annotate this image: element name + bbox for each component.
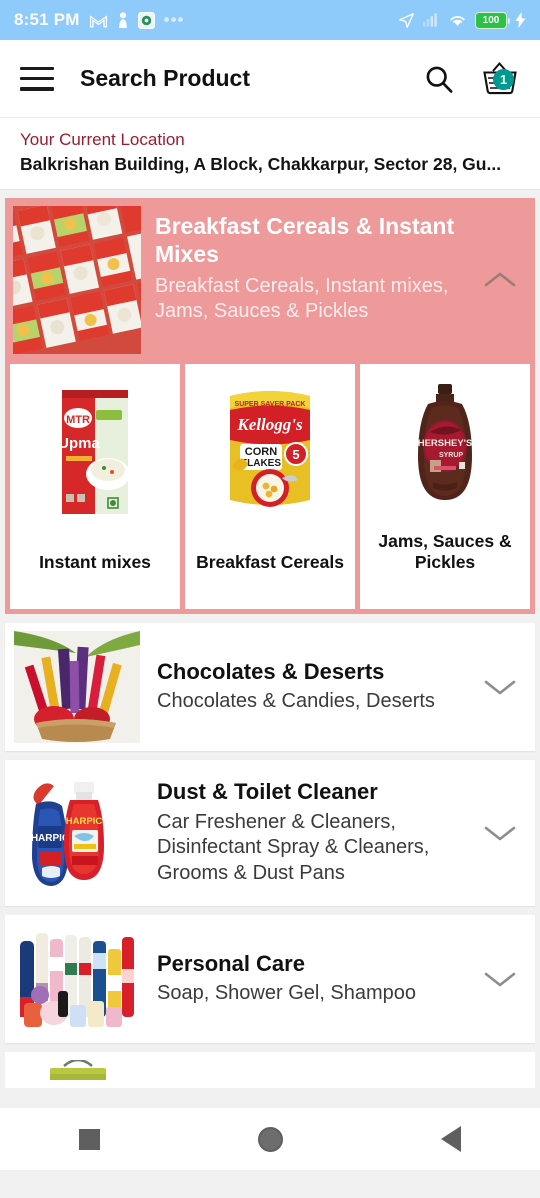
status-bar-right: 100 bbox=[398, 11, 526, 29]
category-card-expanded[interactable]: Breakfast Cereals & Instant Mixes Breakf… bbox=[5, 198, 535, 614]
status-bar-clock: 8:51 PM bbox=[14, 10, 80, 29]
category-text: Personal Care Soap, Shower Gel, Shampoo bbox=[141, 923, 473, 1035]
category-card-partial[interactable] bbox=[5, 1052, 535, 1088]
subcategory-tile[interactable]: HERSHEY'S SYRUP Jams, Sauces & Pickles bbox=[360, 364, 530, 609]
category-title: Dust & Toilet Cleaner bbox=[157, 779, 378, 805]
chevron-down-icon[interactable] bbox=[473, 768, 527, 898]
current-location-section[interactable]: Your Current Location Balkrishan Buildin… bbox=[0, 118, 540, 190]
location-label: Your Current Location bbox=[20, 130, 185, 149]
category-subtitle: Car Freshener & Cleaners, Disinfectant S… bbox=[157, 810, 430, 884]
category-card[interactable]: HARPIC HARPIC Dust & Toilet Cleaner Car … bbox=[5, 760, 535, 906]
category-subtitle: Chocolates & Candies, Deserts bbox=[157, 690, 435, 713]
subcategory-label: Jams, Sauces & Pickles bbox=[378, 531, 512, 572]
subcategory-tile[interactable]: MTR Upma Instant mixes bbox=[10, 364, 180, 609]
category-subtitle: Soap, Shower Gel, Shampoo bbox=[157, 982, 417, 1005]
location-arrow-icon bbox=[398, 12, 415, 29]
svg-text:5: 5 bbox=[292, 447, 299, 462]
category-title: Chocolates & Deserts bbox=[157, 659, 385, 684]
subcategory-tile[interactable]: SUPER SAVER PACK Kellogg's CORN FLAKES 5 bbox=[185, 364, 355, 609]
category-text: Breakfast Cereals & Instant Mixes Breakf… bbox=[141, 206, 473, 324]
battery-icon: 100 bbox=[475, 11, 510, 29]
subcategory-label: Breakfast Cereals bbox=[196, 552, 344, 572]
overflow-dots-icon: ••• bbox=[163, 10, 185, 29]
svg-text:MTR: MTR bbox=[66, 414, 90, 426]
svg-text:HARPIC: HARPIC bbox=[66, 816, 103, 827]
android-nav-bar bbox=[0, 1108, 540, 1170]
back-triangle-icon[interactable] bbox=[441, 1126, 461, 1152]
cart-button[interactable]: 1 bbox=[480, 60, 520, 98]
subcategory-label: Instant mixes bbox=[39, 552, 151, 572]
category-title: Personal Care bbox=[157, 951, 305, 976]
category-thumbnail: HARPIC HARPIC bbox=[13, 768, 141, 898]
status-bar-left: 8:51 PM ••• bbox=[14, 10, 398, 30]
category-text: Chocolates & Deserts Chocolates & Candie… bbox=[141, 631, 473, 743]
category-card[interactable]: Chocolates & Deserts Chocolates & Candie… bbox=[5, 623, 535, 751]
wifi-icon bbox=[448, 13, 467, 28]
category-subtitle: Breakfast Cereals, Instant mixes, Jams, … bbox=[155, 275, 449, 323]
category-thumbnail bbox=[13, 923, 141, 1035]
cart-count-badge: 1 bbox=[493, 68, 514, 90]
search-icon[interactable] bbox=[424, 64, 454, 94]
page-title: Search Product bbox=[80, 65, 250, 91]
svg-text:Upma: Upma bbox=[58, 435, 100, 452]
location-address: Balkrishan Building, A Block, Chakkarpur… bbox=[20, 154, 502, 174]
chevron-down-icon[interactable] bbox=[473, 923, 527, 1035]
hamburger-menu-icon[interactable] bbox=[20, 66, 54, 91]
category-title: Breakfast Cereals & Instant Mixes bbox=[155, 213, 455, 268]
home-circle-icon[interactable] bbox=[258, 1126, 283, 1152]
person-icon bbox=[117, 11, 129, 29]
category-thumbnail bbox=[13, 631, 141, 743]
chevron-down-icon[interactable] bbox=[473, 631, 527, 743]
app-bar-actions: 1 bbox=[424, 60, 520, 98]
category-thumbnail bbox=[13, 1060, 141, 1080]
app-icon bbox=[137, 11, 155, 29]
svg-text:Kellogg's: Kellogg's bbox=[236, 415, 303, 434]
signal-icon bbox=[423, 13, 440, 27]
charging-bolt-icon bbox=[515, 12, 526, 28]
svg-text:CORN: CORN bbox=[245, 446, 277, 458]
app-bar: Search Product 1 bbox=[0, 40, 540, 118]
gmail-icon bbox=[89, 13, 108, 28]
chevron-up-icon[interactable] bbox=[473, 269, 527, 291]
status-bar: 8:51 PM ••• 100 bbox=[0, 0, 540, 40]
category-card[interactable]: Personal Care Soap, Shower Gel, Shampoo bbox=[5, 915, 535, 1043]
subcategory-image: HERSHEY'S SYRUP bbox=[406, 376, 484, 528]
svg-text:HERSHEY'S: HERSHEY'S bbox=[418, 438, 473, 449]
svg-text:HARPIC: HARPIC bbox=[31, 833, 69, 844]
category-thumbnail bbox=[13, 206, 141, 354]
category-text: Dust & Toilet Cleaner Car Freshener & Cl… bbox=[141, 768, 473, 898]
category-header[interactable]: Breakfast Cereals & Instant Mixes Breakf… bbox=[5, 198, 535, 364]
subcategory-image: MTR Upma bbox=[46, 376, 144, 528]
subcategory-image: SUPER SAVER PACK Kellogg's CORN FLAKES 5 bbox=[216, 376, 324, 528]
recents-square-icon[interactable] bbox=[79, 1128, 100, 1150]
category-list[interactable]: Breakfast Cereals & Instant Mixes Breakf… bbox=[0, 190, 540, 1198]
svg-text:SYRUP: SYRUP bbox=[439, 452, 463, 459]
subcategory-tiles[interactable]: MTR Upma Instant mixes SUPER SAVER PACK … bbox=[5, 364, 535, 614]
